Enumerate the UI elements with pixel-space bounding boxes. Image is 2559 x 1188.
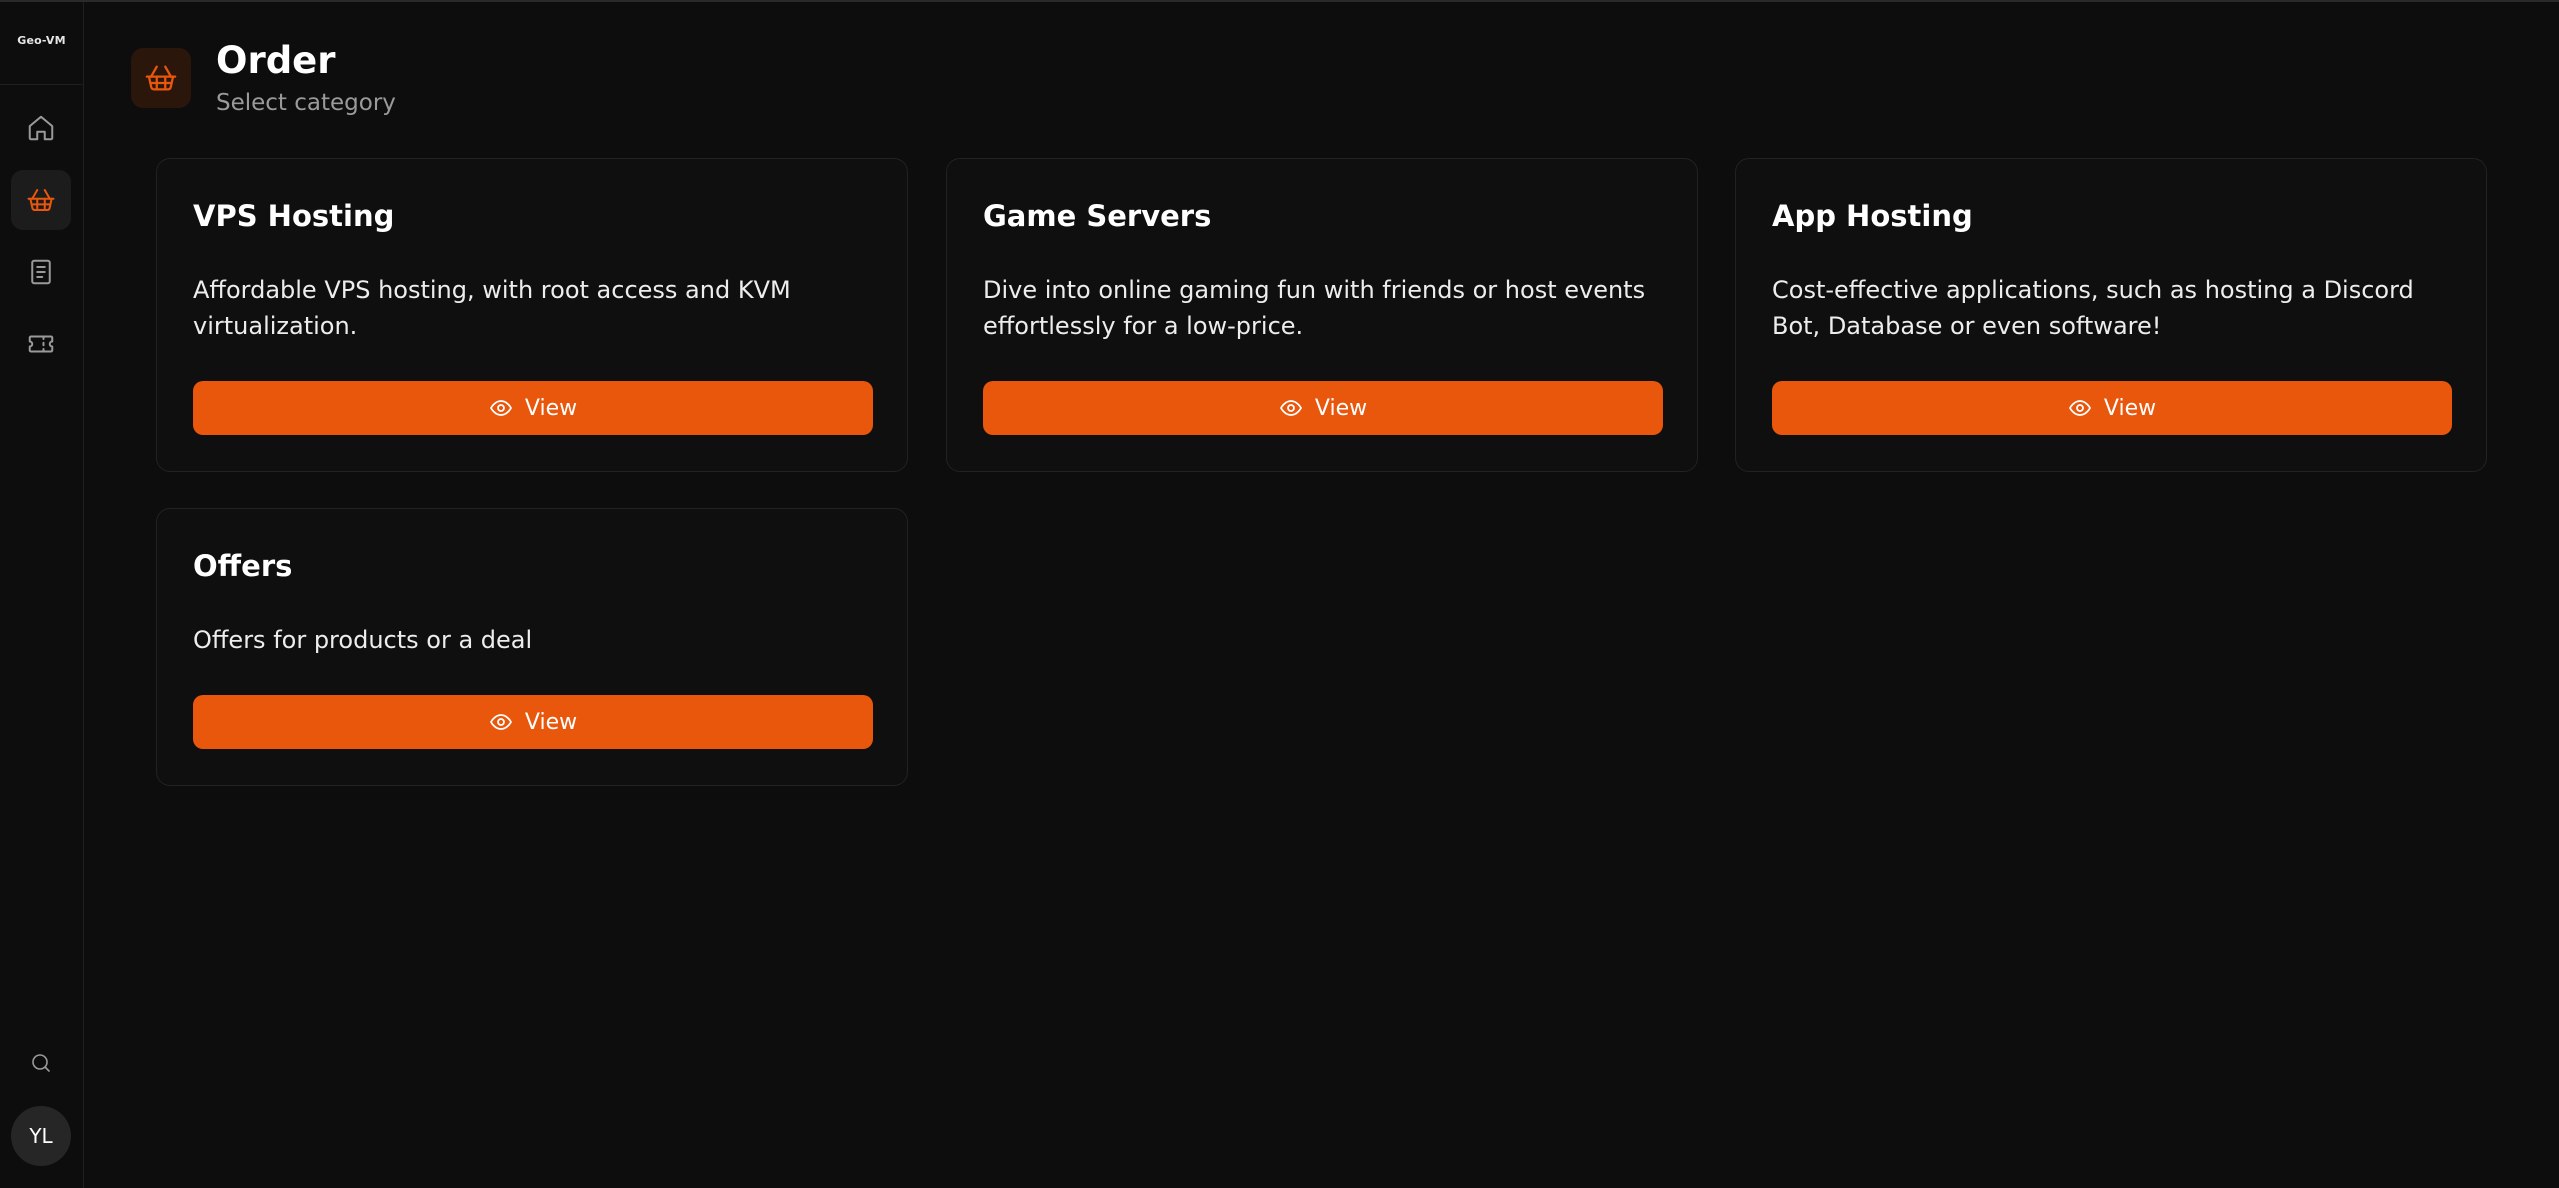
ticket-icon xyxy=(28,335,54,353)
category-card-app-hosting: App Hosting Cost-effective applications,… xyxy=(1735,158,2487,472)
card-title: App Hosting xyxy=(1772,199,1973,233)
card-title: VPS Hosting xyxy=(193,199,395,233)
search-icon xyxy=(32,1054,50,1072)
eye-icon xyxy=(2068,400,2091,416)
basket-icon xyxy=(145,65,177,91)
sidebar-search[interactable] xyxy=(11,1033,71,1093)
category-card-offers: Offers Offers for products or a deal Vie… xyxy=(156,508,908,786)
page-title: Order xyxy=(216,39,336,82)
card-title: Game Servers xyxy=(983,199,1212,233)
view-button-label: View xyxy=(524,395,578,421)
logo[interactable]: Geo-VM xyxy=(0,34,83,47)
category-card-vps: VPS Hosting Affordable VPS hosting, with… xyxy=(156,158,908,472)
view-app-hosting-button[interactable]: View xyxy=(1772,381,2452,435)
card-description: Dive into online gaming fun with friends… xyxy=(983,276,1646,340)
view-offers-button[interactable]: View xyxy=(193,695,873,749)
view-button-label: View xyxy=(1314,395,1368,421)
document-icon xyxy=(31,259,51,285)
top-border xyxy=(0,0,2559,2)
view-vps-button[interactable]: View xyxy=(193,381,873,435)
basket-icon xyxy=(27,189,55,211)
page-subtitle: Select category xyxy=(216,90,396,116)
card-title: Offers xyxy=(193,549,293,583)
header-basket-badge xyxy=(131,48,191,108)
sidebar-item-order[interactable] xyxy=(11,170,71,230)
eye-icon xyxy=(1279,400,1302,416)
avatar[interactable]: YL xyxy=(11,1106,71,1166)
view-game-servers-button[interactable]: View xyxy=(983,381,1663,435)
view-button-label: View xyxy=(2103,395,2157,421)
category-card-game-servers: Game Servers Dive into online gaming fun… xyxy=(946,158,1698,472)
sidebar-divider xyxy=(0,84,83,85)
view-button-label: View xyxy=(524,709,578,735)
card-description: Cost-effective applications, such as hos… xyxy=(1772,276,2414,340)
eye-icon xyxy=(489,400,512,416)
eye-icon xyxy=(489,714,512,730)
sidebar: Geo-VM YL xyxy=(0,2,84,1188)
sidebar-item-home[interactable] xyxy=(11,98,71,158)
sidebar-item-invoices[interactable] xyxy=(11,242,71,302)
card-description: Affordable VPS hosting, with root access… xyxy=(193,276,791,340)
home-icon xyxy=(28,115,54,141)
card-description: Offers for products or a deal xyxy=(193,626,533,654)
sidebar-item-tickets[interactable] xyxy=(11,314,71,374)
